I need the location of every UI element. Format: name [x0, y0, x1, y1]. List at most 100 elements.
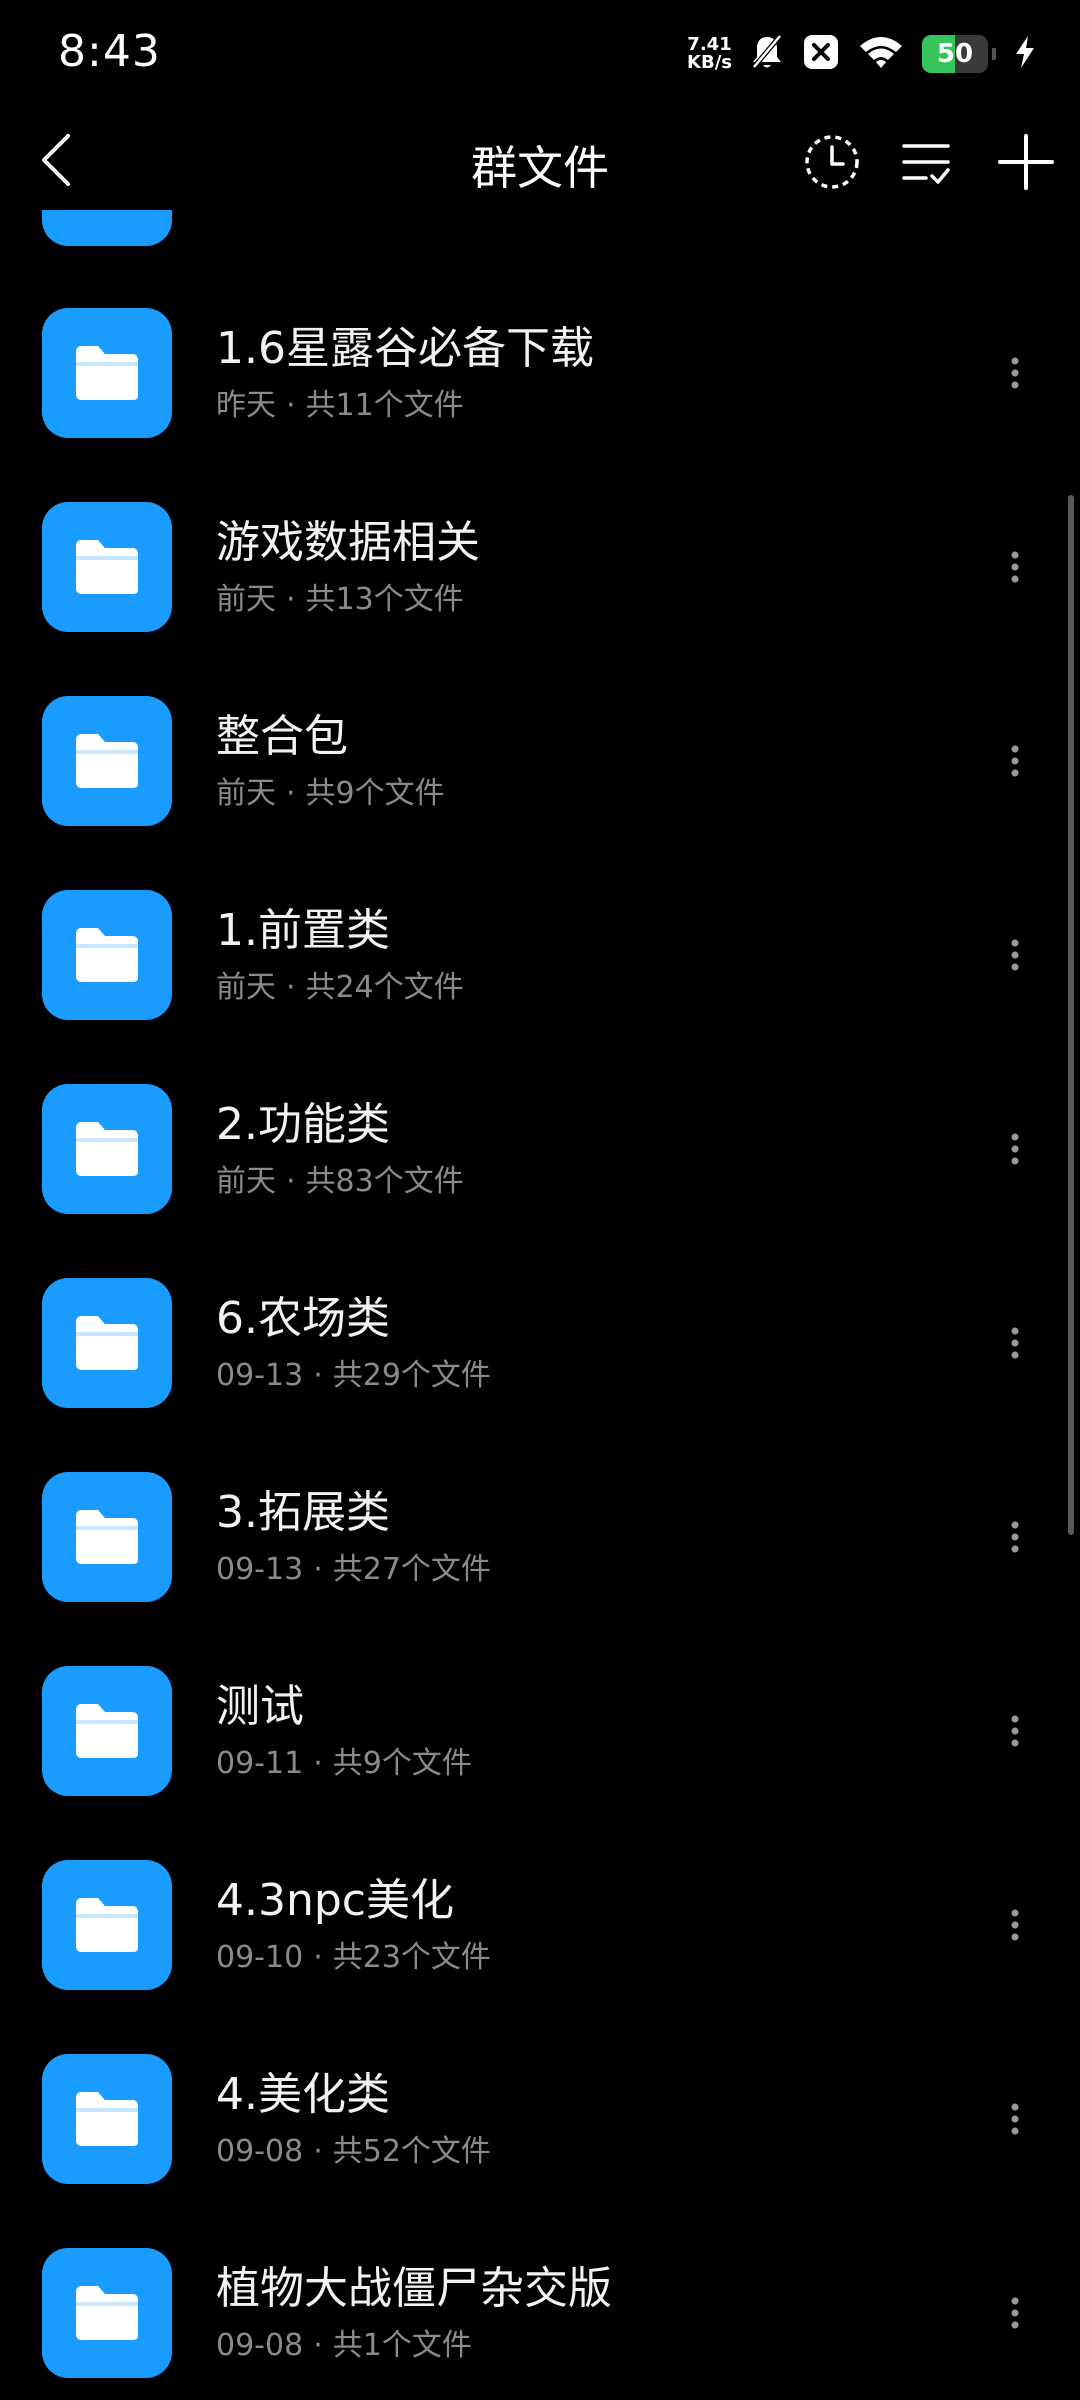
more-vertical-icon [1011, 2297, 1019, 2329]
folder-icon [42, 1084, 172, 1214]
folder-icon [42, 2054, 172, 2184]
folder-name: 4.美化类 [216, 2069, 390, 2120]
folder-count: 共24个文件 [305, 970, 464, 1005]
more-options-button[interactable] [1000, 726, 1030, 796]
folder-date: 09-11 [216, 1746, 304, 1781]
more-options-button[interactable] [1000, 1696, 1030, 1766]
folder-meta: 09-10 · 共23个文件 [216, 1932, 491, 1976]
title-bar: 群文件 [0, 110, 1080, 210]
folder-meta: 昨天 · 共11个文件 [216, 380, 464, 424]
folder-name: 1.前置类 [216, 905, 390, 956]
more-options-button[interactable] [1000, 532, 1030, 602]
folder-count: 共11个文件 [305, 388, 464, 423]
file-list[interactable]: 1.6星露谷必备下载 昨天 · 共11个文件 游戏数据相关 前天 · 共13个文件 [0, 210, 1080, 2400]
folder-meta: 09-13 · 共29个文件 [216, 1350, 491, 1394]
folder-icon [42, 696, 172, 826]
status-bar: 8:43 7.41 KB/s 50 [0, 0, 1080, 110]
more-vertical-icon [1011, 1521, 1019, 1553]
more-options-button[interactable] [1000, 1890, 1030, 1960]
folder-icon [42, 1860, 172, 1990]
meta-separator: · [313, 1940, 323, 1975]
meta-separator: · [313, 2134, 323, 2169]
more-options-button[interactable] [1000, 1308, 1030, 1378]
folder-name: 6.农场类 [216, 1293, 390, 1344]
status-time: 8:43 [58, 26, 161, 77]
wifi-icon [858, 34, 904, 74]
folder-meta: 09-08 · 共1个文件 [216, 2320, 472, 2364]
history-icon [805, 135, 859, 189]
more-vertical-icon [1011, 1909, 1019, 1941]
folder-count: 共9个文件 [332, 1746, 472, 1781]
scrollbar[interactable] [1068, 495, 1074, 1535]
meta-separator: · [313, 2328, 323, 2363]
folder-date: 09-13 [216, 1552, 304, 1587]
folder-count: 共9个文件 [305, 776, 445, 811]
folder-row[interactable]: 6.农场类 09-13 · 共29个文件 [0, 1246, 1080, 1440]
sort-button[interactable] [896, 132, 956, 192]
folder-icon [42, 1278, 172, 1408]
folder-count: 共13个文件 [305, 582, 464, 617]
folder-name: 整合包 [216, 711, 348, 762]
folder-icon [42, 2248, 172, 2378]
folder-icon [42, 1472, 172, 1602]
folder-meta: 09-11 · 共9个文件 [216, 1738, 472, 1782]
folder-date: 09-13 [216, 1358, 304, 1393]
folder-row[interactable]: 游戏数据相关 前天 · 共13个文件 [0, 470, 1080, 664]
folder-date: 前天 [216, 1164, 276, 1199]
meta-separator: · [286, 970, 296, 1005]
battery-level: 50 [936, 39, 974, 69]
folder-icon [42, 1666, 172, 1796]
folder-row[interactable]: 3.拓展类 09-13 · 共27个文件 [0, 1440, 1080, 1634]
more-options-button[interactable] [1000, 1114, 1030, 1184]
meta-separator: · [313, 1358, 323, 1393]
more-options-button[interactable] [1000, 2278, 1030, 2348]
meta-separator: · [313, 1746, 323, 1781]
folder-date: 昨天 [216, 388, 276, 423]
more-options-button[interactable] [1000, 2084, 1030, 2154]
folder-count: 共23个文件 [332, 1940, 491, 1975]
folder-count: 共52个文件 [332, 2134, 491, 2169]
folder-icon [42, 502, 172, 632]
folder-name: 3.拓展类 [216, 1487, 390, 1538]
folder-row[interactable]: 整合包 前天 · 共9个文件 [0, 664, 1080, 858]
network-speed: 7.41 KB/s [687, 36, 732, 72]
more-vertical-icon [1011, 1133, 1019, 1165]
notification-x-icon [802, 33, 840, 75]
folder-count: 共83个文件 [305, 1164, 464, 1199]
folder-meta: 前天 · 共24个文件 [216, 962, 464, 1006]
folder-row[interactable]: 植物大战僵尸杂交版 09-08 · 共1个文件 [0, 2216, 1080, 2400]
folder-date: 前天 [216, 970, 276, 1005]
folder-icon [42, 308, 172, 438]
meta-separator: · [286, 776, 296, 811]
history-button[interactable] [802, 132, 862, 192]
charging-icon [1014, 35, 1036, 73]
folder-icon [42, 890, 172, 1020]
folder-icon [42, 210, 172, 246]
folder-date: 前天 [216, 582, 276, 617]
network-speed-unit: KB/s [687, 52, 732, 73]
more-vertical-icon [1011, 745, 1019, 777]
folder-date: 09-08 [216, 2134, 304, 2169]
folder-row[interactable]: 1.前置类 前天 · 共24个文件 [0, 858, 1080, 1052]
more-vertical-icon [1011, 1715, 1019, 1747]
folder-name: 1.6星露谷必备下载 [216, 323, 594, 374]
meta-separator: · [286, 582, 296, 617]
folder-row[interactable]: 1.6星露谷必备下载 昨天 · 共11个文件 [0, 276, 1080, 470]
add-button[interactable] [996, 132, 1056, 192]
status-icons: 7.41 KB/s 50 [687, 30, 1036, 78]
more-options-button[interactable] [1000, 338, 1030, 408]
folder-row[interactable]: 4.3npc美化 09-10 · 共23个文件 [0, 1828, 1080, 2022]
folder-name: 测试 [216, 1681, 304, 1732]
more-vertical-icon [1011, 939, 1019, 971]
folder-row[interactable]: 测试 09-11 · 共9个文件 [0, 1634, 1080, 1828]
more-options-button[interactable] [1000, 920, 1030, 990]
folder-row[interactable]: 2.功能类 前天 · 共83个文件 [0, 1052, 1080, 1246]
battery-tip [992, 48, 996, 60]
folder-count: 共29个文件 [332, 1358, 491, 1393]
folder-name: 植物大战僵尸杂交版 [216, 2263, 612, 2314]
folder-meta: 前天 · 共83个文件 [216, 1156, 464, 1200]
folder-row[interactable]: 4.美化类 09-08 · 共52个文件 [0, 2022, 1080, 2216]
folder-name: 4.3npc美化 [216, 1875, 454, 1926]
more-options-button[interactable] [1000, 1502, 1030, 1572]
meta-separator: · [286, 1164, 296, 1199]
